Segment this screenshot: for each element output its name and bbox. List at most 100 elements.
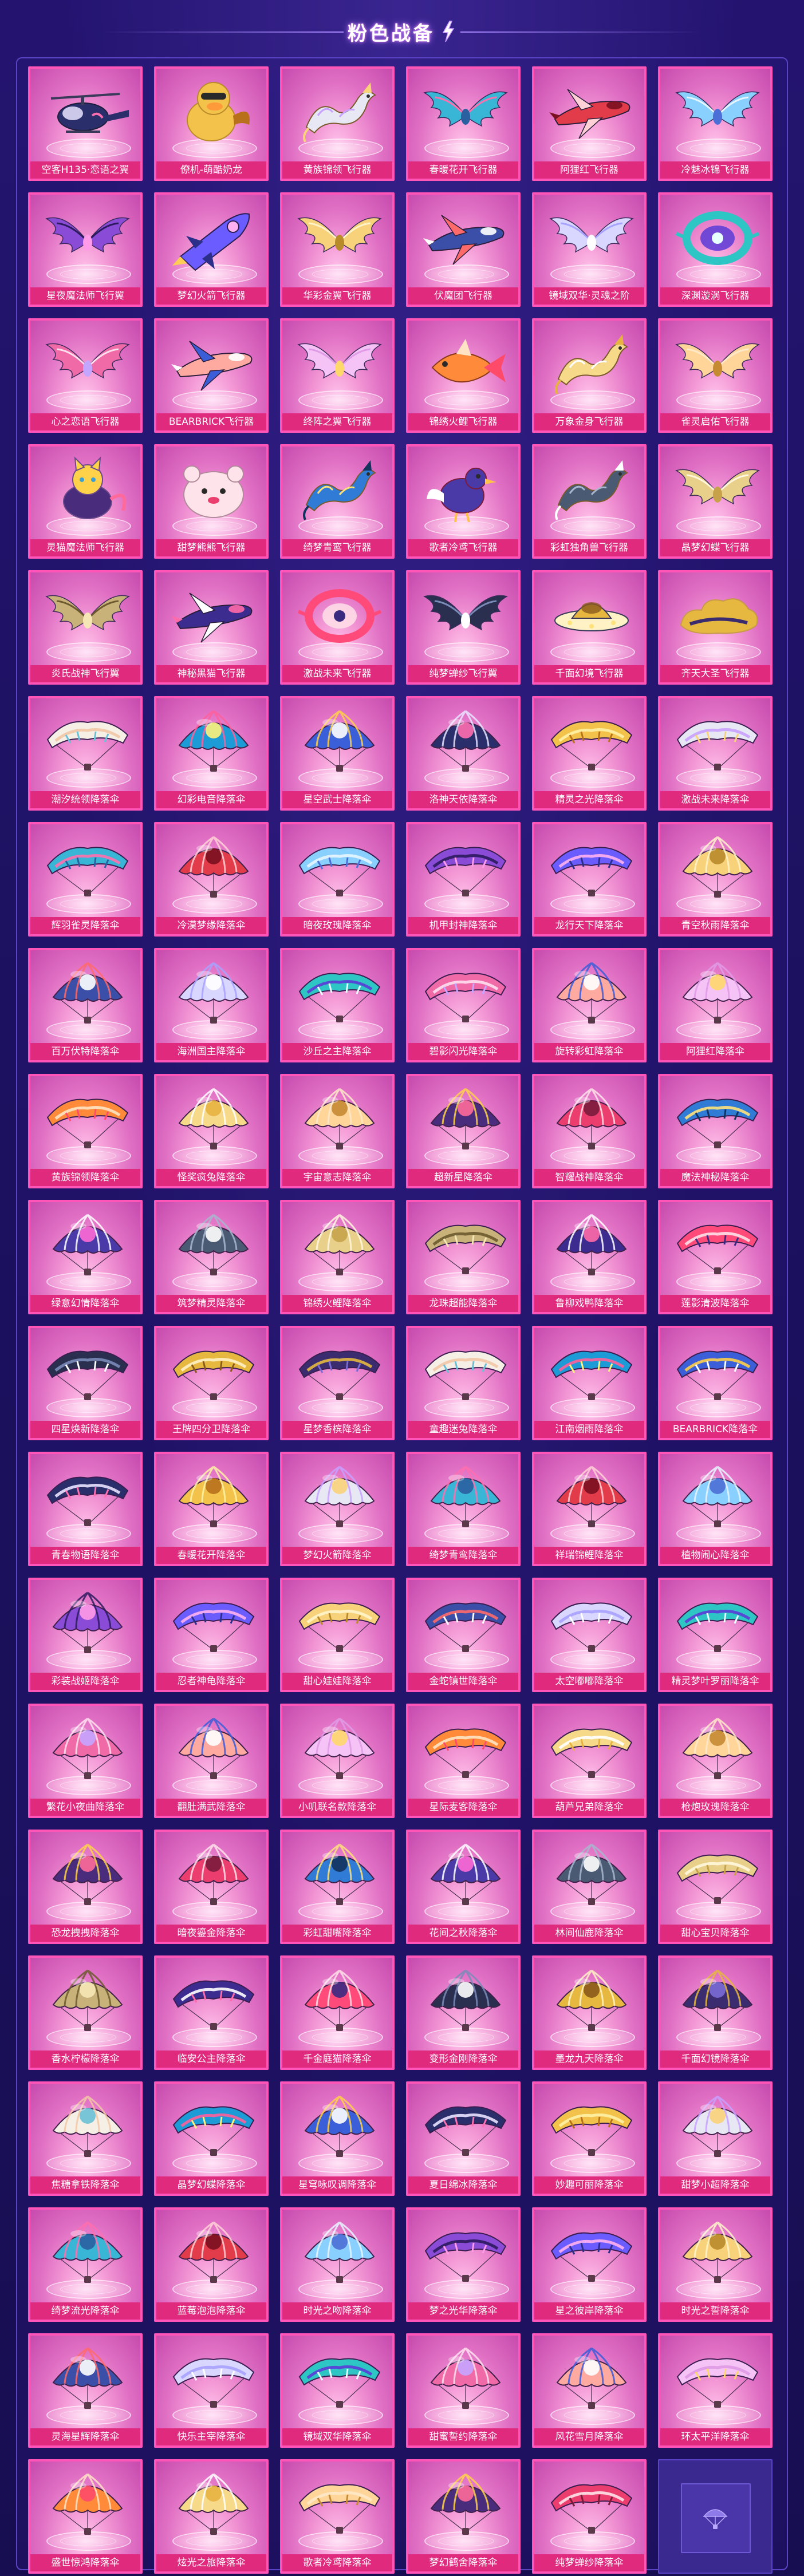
item-card[interactable]: 精灵梦叶罗丽降落伞 bbox=[658, 1578, 773, 1692]
item-card[interactable]: 洛神天依降落伞 bbox=[406, 696, 521, 811]
item-card[interactable]: 林间仙鹿降落伞 bbox=[532, 1830, 647, 1944]
item-card[interactable]: 暗夜鎏金降落伞 bbox=[154, 1830, 269, 1944]
item-card[interactable]: 万象金身飞行器 bbox=[532, 318, 647, 433]
item-card[interactable]: 灵海星辉降落伞 bbox=[28, 2333, 143, 2448]
item-card[interactable]: 终阵之翼飞行器 bbox=[280, 318, 395, 433]
item-card[interactable]: 梦幻鹤舍降落伞 bbox=[406, 2459, 521, 2574]
item-card[interactable]: 炎氏战神飞行翼 bbox=[28, 570, 143, 685]
item-card[interactable]: 星空武士降落伞 bbox=[280, 696, 395, 811]
item-card[interactable]: 星夜魔法师飞行翼 bbox=[28, 192, 143, 307]
item-card[interactable]: 夏日绵冰降落伞 bbox=[406, 2081, 521, 2196]
item-card[interactable]: 华彩金翼飞行器 bbox=[280, 192, 395, 307]
item-card[interactable]: 阿狸红飞行器 bbox=[532, 66, 647, 181]
item-card[interactable]: 雀灵启佑飞行器 bbox=[658, 318, 773, 433]
item-card[interactable]: BEARBRICK降落伞 bbox=[658, 1326, 773, 1440]
item-card[interactable]: 筑梦精灵降落伞 bbox=[154, 1200, 269, 1314]
item-card[interactable]: 潮汐统领降落伞 bbox=[28, 696, 143, 811]
item-card[interactable]: 梦之光华降落伞 bbox=[406, 2207, 521, 2322]
item-card[interactable]: 植物闹心降落伞 bbox=[658, 1452, 773, 1566]
item-card[interactable]: 彩装战姬降落伞 bbox=[28, 1578, 143, 1692]
item-card[interactable]: 彩虹独角兽飞行器 bbox=[532, 444, 647, 559]
item-card[interactable]: 晶梦幻蝶降落伞 bbox=[154, 2081, 269, 2196]
item-card[interactable]: 时光之吻降落伞 bbox=[280, 2207, 395, 2322]
item-card[interactable]: 冷魅冰锦飞行器 bbox=[658, 66, 773, 181]
item-card[interactable]: 激战未来飞行器 bbox=[280, 570, 395, 685]
item-card[interactable]: 莲影清波降落伞 bbox=[658, 1200, 773, 1314]
item-card[interactable]: 甜蜜誓约降落伞 bbox=[406, 2333, 521, 2448]
item-card[interactable]: 小叽联名款降落伞 bbox=[280, 1704, 395, 1818]
item-card[interactable]: 机甲封神降落伞 bbox=[406, 822, 521, 937]
item-card[interactable]: 香水柠檬降落伞 bbox=[28, 1955, 143, 2070]
item-card[interactable]: 绿意幻情降落伞 bbox=[28, 1200, 143, 1314]
item-card[interactable]: 伏魔团飞行器 bbox=[406, 192, 521, 307]
item-card[interactable]: 龙珠超能降落伞 bbox=[406, 1200, 521, 1314]
item-card[interactable]: 空客H135·恋语之翼 bbox=[28, 66, 143, 181]
item-card[interactable]: 忍者神龟降落伞 bbox=[154, 1578, 269, 1692]
item-card[interactable]: 祥瑞锦鲤降落伞 bbox=[532, 1452, 647, 1566]
item-card[interactable]: 甜梦熊熊飞行器 bbox=[154, 444, 269, 559]
item-card[interactable]: 超新星降落伞 bbox=[406, 1074, 521, 1188]
item-card[interactable]: 太空嘟嘟降落伞 bbox=[532, 1578, 647, 1692]
item-card[interactable]: 歌者冷鸢飞行器 bbox=[406, 444, 521, 559]
item-card[interactable]: 星之彼岸降落伞 bbox=[532, 2207, 647, 2322]
item-card[interactable]: 花间之秋降落伞 bbox=[406, 1830, 521, 1944]
item-card[interactable]: 幻彩电音降落伞 bbox=[154, 696, 269, 811]
item-card[interactable]: 妙趣可丽降落伞 bbox=[532, 2081, 647, 2196]
item-card[interactable]: 绮梦青鸾飞行器 bbox=[280, 444, 395, 559]
item-card[interactable]: BEARBRICK飞行器 bbox=[154, 318, 269, 433]
item-card[interactable]: 齐天大圣飞行器 bbox=[658, 570, 773, 685]
item-card[interactable]: 晶梦幻蝶飞行器 bbox=[658, 444, 773, 559]
item-card[interactable]: 蓝莓泡泡降落伞 bbox=[154, 2207, 269, 2322]
item-card[interactable]: 镜域双华降落伞 bbox=[280, 2333, 395, 2448]
item-card[interactable]: 千金庭猫降落伞 bbox=[280, 1955, 395, 2070]
item-card[interactable]: 深渊漩涡飞行器 bbox=[658, 192, 773, 307]
item-card[interactable]: 甜心娃娃降落伞 bbox=[280, 1578, 395, 1692]
item-card[interactable]: 甜梦小超降落伞 bbox=[658, 2081, 773, 2196]
item-card[interactable]: 枪炮玫瑰降落伞 bbox=[658, 1704, 773, 1818]
item-card[interactable]: 锦绣火鲤降落伞 bbox=[280, 1200, 395, 1314]
item-card[interactable]: 金蛇镇世降落伞 bbox=[406, 1578, 521, 1692]
item-card[interactable]: 临安公主降落伞 bbox=[154, 1955, 269, 2070]
item-card[interactable]: 盛世惊鸿降落伞 bbox=[28, 2459, 143, 2574]
item-card[interactable]: 时光之誓降落伞 bbox=[658, 2207, 773, 2322]
item-card[interactable]: 暗夜玫瑰降落伞 bbox=[280, 822, 395, 937]
item-card[interactable]: 绮梦流光降落伞 bbox=[28, 2207, 143, 2322]
item-card[interactable]: 精灵之光降落伞 bbox=[532, 696, 647, 811]
item-card[interactable]: 葫芦兄弟降落伞 bbox=[532, 1704, 647, 1818]
item-card[interactable]: 纯梦蝉纱飞行翼 bbox=[406, 570, 521, 685]
item-card[interactable]: 四星焕新降落伞 bbox=[28, 1326, 143, 1440]
item-card[interactable]: 沙丘之主降落伞 bbox=[280, 948, 395, 1062]
item-card[interactable]: 千面幻境飞行器 bbox=[532, 570, 647, 685]
item-card[interactable]: 绮梦青鸾降落伞 bbox=[406, 1452, 521, 1566]
item-card[interactable]: 春暖花开飞行器 bbox=[406, 66, 521, 181]
item-card[interactable]: 冷漠梦缘降落伞 bbox=[154, 822, 269, 937]
item-card[interactable]: 辉羽雀灵降落伞 bbox=[28, 822, 143, 937]
item-card[interactable]: 青空秋雨降落伞 bbox=[658, 822, 773, 937]
item-card[interactable]: 龙行天下降落伞 bbox=[532, 822, 647, 937]
item-card[interactable]: 黄族锦领降落伞 bbox=[28, 1074, 143, 1188]
item-card[interactable]: 恐龙拽拽降落伞 bbox=[28, 1830, 143, 1944]
item-card[interactable]: 宇宙意志降落伞 bbox=[280, 1074, 395, 1188]
item-card[interactable]: 心之恋语飞行器 bbox=[28, 318, 143, 433]
item-card[interactable]: 锦绣火鲤飞行器 bbox=[406, 318, 521, 433]
item-card[interactable]: 千面幻镜降落伞 bbox=[658, 1955, 773, 2070]
item-card[interactable]: 童趣迷兔降落伞 bbox=[406, 1326, 521, 1440]
item-card[interactable]: 海洲国主降落伞 bbox=[154, 948, 269, 1062]
item-card[interactable]: 镜域双华·灵魂之阶 bbox=[532, 192, 647, 307]
item-card[interactable]: 风花雪月降落伞 bbox=[532, 2333, 647, 2448]
item-card[interactable]: 繁花小夜曲降落伞 bbox=[28, 1704, 143, 1818]
item-card[interactable]: 星梦香槟降落伞 bbox=[280, 1326, 395, 1440]
item-card[interactable]: 变形金刚降落伞 bbox=[406, 1955, 521, 2070]
item-card[interactable]: 梦幻火箭飞行器 bbox=[154, 192, 269, 307]
item-card[interactable]: 神秘黑猫飞行器 bbox=[154, 570, 269, 685]
item-card[interactable]: 甜心宝贝降落伞 bbox=[658, 1830, 773, 1944]
item-card[interactable]: 歌者冷鸢降落伞 bbox=[280, 2459, 395, 2574]
item-card[interactable]: 纯梦蝉纱降落伞 bbox=[532, 2459, 647, 2574]
item-card[interactable]: 激战未来降落伞 bbox=[658, 696, 773, 811]
item-card[interactable]: 快乐主宰降落伞 bbox=[154, 2333, 269, 2448]
item-card[interactable]: 灵猫魔法师飞行器 bbox=[28, 444, 143, 559]
item-card[interactable]: 环太平洋降落伞 bbox=[658, 2333, 773, 2448]
item-card[interactable]: 怪奖疯兔降落伞 bbox=[154, 1074, 269, 1188]
item-card[interactable]: 旋转彩虹降落伞 bbox=[532, 948, 647, 1062]
item-card[interactable]: 僚机-萌酷奶龙 bbox=[154, 66, 269, 181]
